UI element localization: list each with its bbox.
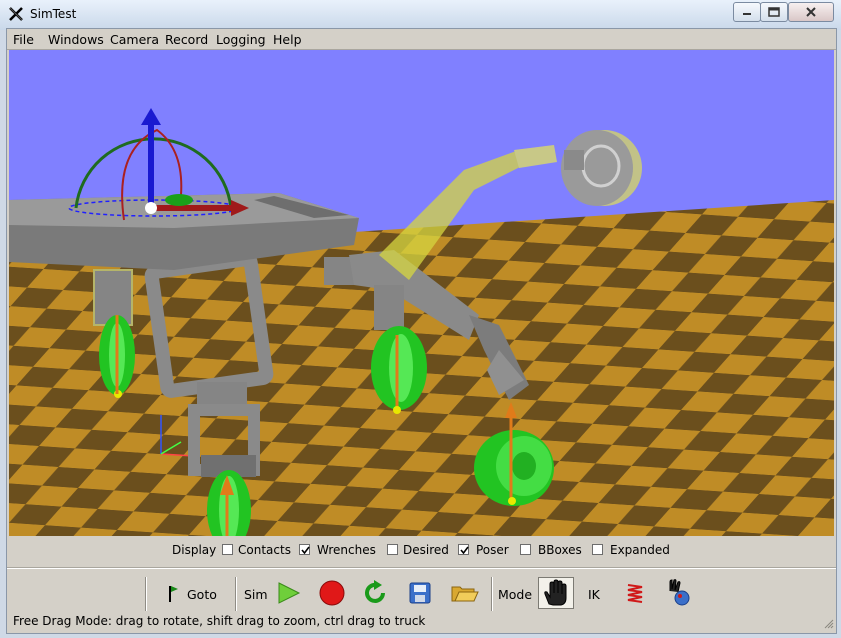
checkmark-icon bbox=[301, 546, 310, 555]
save-icon bbox=[409, 582, 431, 604]
open-button[interactable] bbox=[449, 577, 479, 609]
minimize-button[interactable] bbox=[733, 2, 761, 22]
reset-button[interactable] bbox=[361, 577, 391, 609]
display-options-bar: Display Contacts Wrenches Desired Poser … bbox=[7, 539, 836, 563]
menu-windows[interactable]: Windows bbox=[48, 32, 104, 47]
force-mode-button[interactable] bbox=[664, 577, 694, 609]
menu-help[interactable]: Help bbox=[273, 32, 302, 47]
hand-drag-icon bbox=[544, 579, 567, 606]
reset-icon bbox=[365, 580, 385, 603]
play-button[interactable] bbox=[273, 577, 303, 609]
checkmark-icon bbox=[460, 546, 469, 555]
menu-file[interactable]: File bbox=[13, 32, 34, 47]
ik-label[interactable]: IK bbox=[588, 587, 600, 602]
status-bar: Free Drag Mode: drag to rotate, shift dr… bbox=[7, 613, 836, 631]
mode-label: Mode bbox=[498, 587, 533, 602]
play-icon bbox=[278, 582, 301, 604]
expanded-checkbox[interactable] bbox=[592, 544, 603, 555]
goto-label: Goto bbox=[187, 587, 217, 602]
maximize-button[interactable] bbox=[760, 2, 788, 22]
title-bar: SimTest bbox=[0, 0, 841, 30]
record-button[interactable] bbox=[317, 577, 347, 609]
minimize-icon bbox=[743, 13, 751, 15]
desired-checkbox[interactable] bbox=[387, 544, 398, 555]
close-icon bbox=[806, 7, 816, 17]
right-wheel-gray bbox=[561, 130, 633, 206]
simulation-viewport[interactable] bbox=[9, 50, 834, 536]
wrenches-label: Wrenches bbox=[317, 543, 376, 557]
menu-camera[interactable]: Camera bbox=[110, 32, 159, 47]
app-icon bbox=[9, 7, 23, 21]
open-folder-icon bbox=[451, 586, 479, 602]
scene-render bbox=[9, 50, 834, 536]
free-drag-mode-button[interactable] bbox=[538, 577, 574, 609]
record-icon bbox=[319, 580, 345, 606]
menu-record[interactable]: Record bbox=[165, 32, 208, 47]
bboxes-checkbox[interactable] bbox=[520, 544, 531, 555]
expanded-label: Expanded bbox=[610, 543, 670, 557]
save-button[interactable] bbox=[405, 577, 435, 609]
contacts-label: Contacts bbox=[238, 543, 291, 557]
desired-label: Desired bbox=[403, 543, 449, 557]
poser-label: Poser bbox=[476, 543, 509, 557]
menu-logging[interactable]: Logging bbox=[216, 32, 266, 47]
spring-icon bbox=[627, 584, 643, 603]
close-button[interactable] bbox=[788, 2, 834, 22]
status-text: Free Drag Mode: drag to rotate, shift dr… bbox=[13, 614, 426, 628]
contacts-checkbox[interactable] bbox=[222, 544, 233, 555]
resize-grip-icon[interactable] bbox=[824, 619, 834, 629]
goto-button[interactable]: Goto bbox=[165, 577, 217, 609]
poser-checkbox[interactable] bbox=[458, 544, 469, 555]
divider bbox=[7, 567, 836, 569]
maximize-icon bbox=[768, 7, 780, 17]
main-window: File Windows Camera Record Logging Help bbox=[6, 28, 837, 634]
sim-label: Sim bbox=[244, 587, 268, 602]
hand-ball-icon bbox=[669, 579, 690, 606]
toolbar-separator bbox=[145, 577, 147, 611]
spring-mode-button[interactable] bbox=[620, 577, 650, 609]
display-label: Display bbox=[172, 543, 217, 557]
window-title: SimTest bbox=[30, 7, 77, 21]
toolbar: Goto Sim Mode IK bbox=[7, 571, 836, 615]
toolbar-separator bbox=[491, 577, 493, 611]
flag-icon bbox=[169, 586, 178, 602]
bboxes-label: BBoxes bbox=[538, 543, 582, 557]
wrenches-checkbox[interactable] bbox=[299, 544, 310, 555]
menu-bar: File Windows Camera Record Logging Help bbox=[7, 29, 836, 50]
toolbar-separator bbox=[235, 577, 237, 611]
